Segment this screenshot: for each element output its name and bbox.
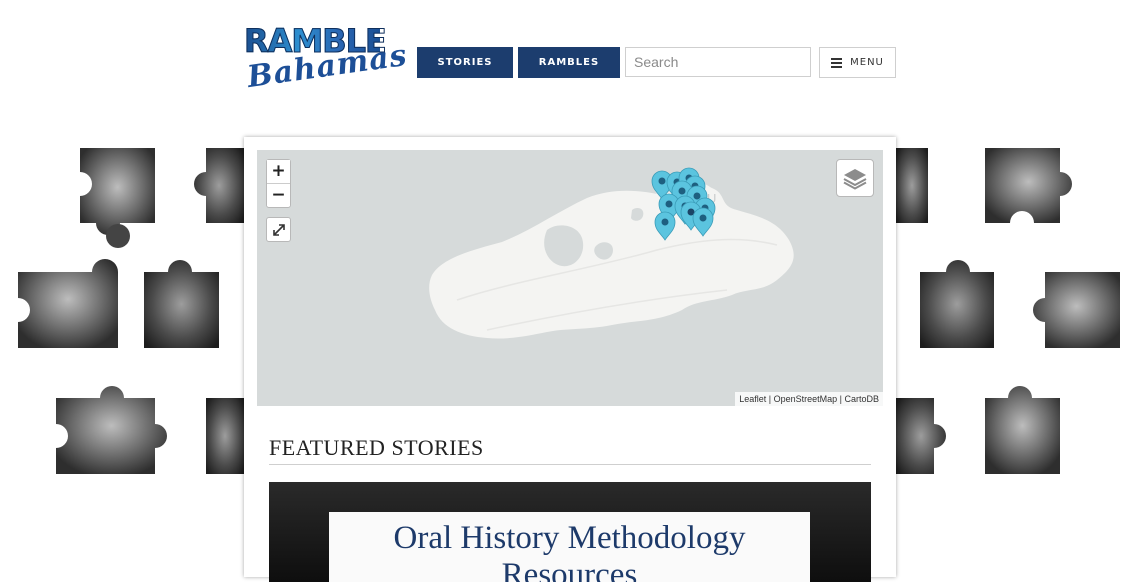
layers-button[interactable] bbox=[836, 159, 874, 197]
map-attribution: Leaflet | OpenStreetMap | CartoDB bbox=[735, 392, 883, 406]
zoom-out-button[interactable]: − bbox=[267, 183, 290, 206]
featured-story-banner[interactable]: Oral History Methodology Resources bbox=[269, 482, 871, 582]
heading-divider bbox=[269, 464, 871, 465]
hamburger-icon bbox=[831, 58, 843, 68]
map-marker[interactable] bbox=[692, 207, 714, 237]
site-logo[interactable]: RAMBLE Bahamas bbox=[244, 24, 410, 100]
search-input[interactable] bbox=[625, 47, 811, 77]
attribution-separator: | bbox=[766, 394, 774, 404]
zoom-in-button[interactable]: + bbox=[267, 160, 290, 183]
map-marker[interactable] bbox=[654, 211, 676, 241]
rambles-button[interactable]: RAMBLES bbox=[518, 47, 620, 78]
openstreetmap-link[interactable]: OpenStreetMap bbox=[774, 394, 838, 404]
stories-button[interactable]: STORIES bbox=[417, 47, 513, 78]
featured-stories-heading: FEATURED STORIES bbox=[269, 435, 484, 460]
featured-story-card[interactable]: Oral History Methodology Resources bbox=[329, 512, 810, 582]
expand-icon bbox=[272, 223, 285, 236]
fullscreen-button[interactable] bbox=[266, 217, 291, 242]
featured-story-title[interactable]: Oral History Methodology Resources bbox=[329, 520, 810, 582]
cartodb-link[interactable]: CartoDB bbox=[844, 394, 879, 404]
menu-button[interactable]: MENU bbox=[819, 47, 896, 78]
content-card: U + − Leaflet | OpenStreetMap | CartoDB … bbox=[244, 137, 896, 582]
zoom-control: + − bbox=[266, 159, 291, 208]
layers-icon bbox=[843, 169, 867, 190]
map-markers[interactable] bbox=[257, 150, 883, 406]
menu-label: MENU bbox=[850, 57, 884, 68]
map[interactable]: U + − Leaflet | OpenStreetMap | CartoDB bbox=[257, 150, 883, 406]
leaflet-link[interactable]: Leaflet bbox=[739, 394, 766, 404]
